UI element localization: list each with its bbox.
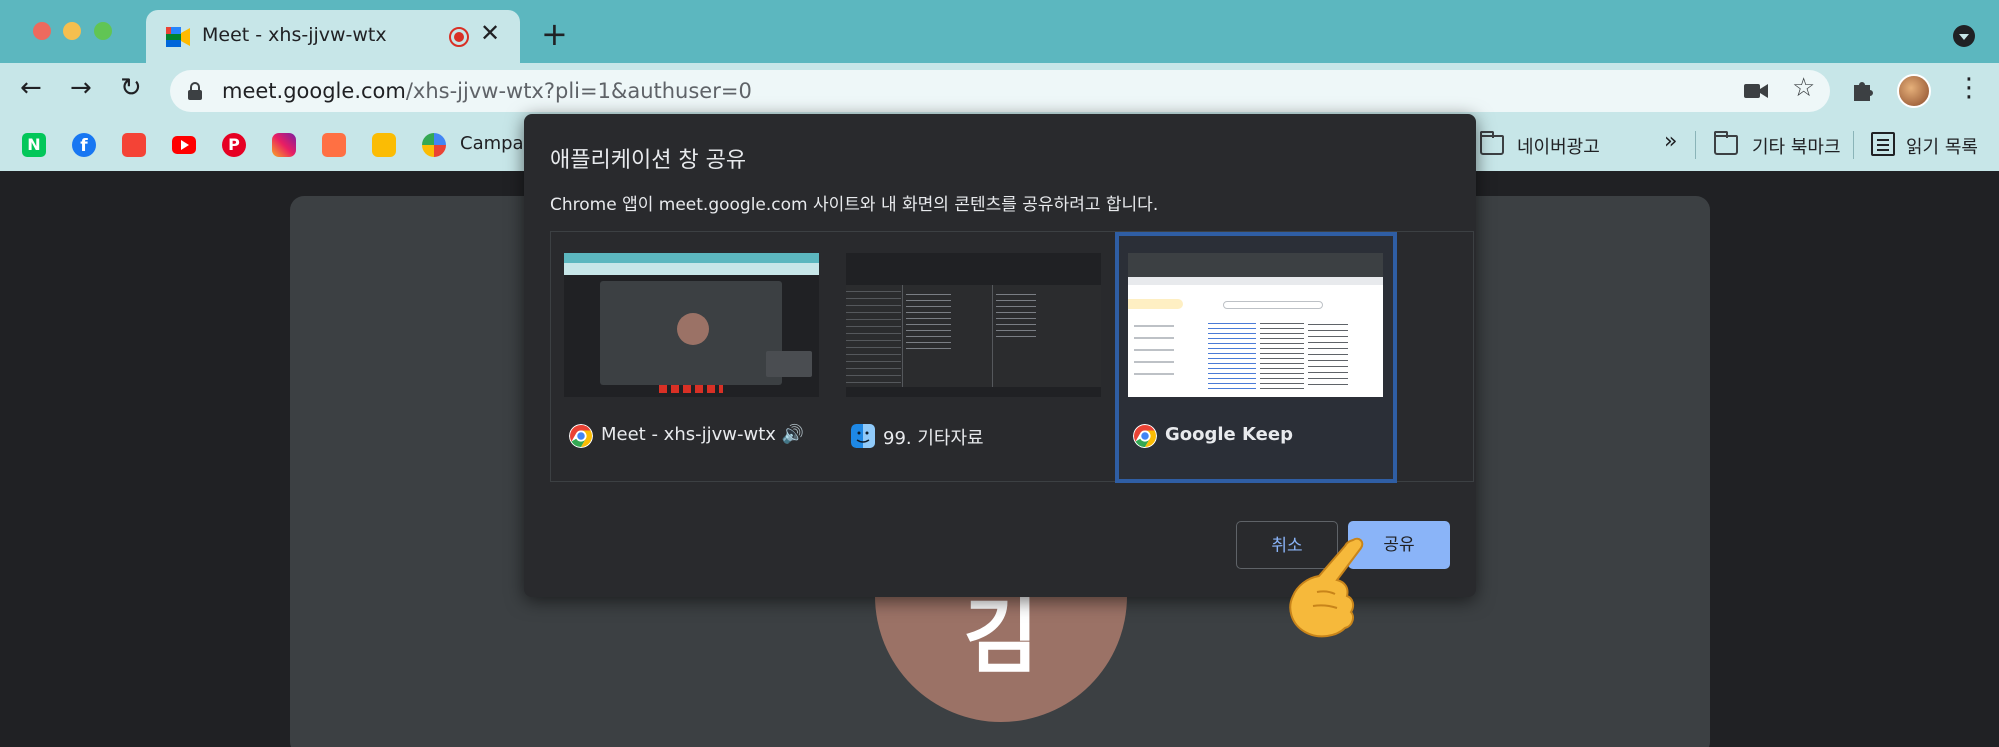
red-app-icon[interactable]	[122, 133, 146, 157]
tab-title: Meet - xhs-jjvw-wtx	[202, 24, 387, 46]
extensions-puzzle-icon[interactable]	[1850, 77, 1876, 103]
facebook-icon[interactable]: f	[72, 133, 96, 157]
menu-kebab-icon[interactable]: ⋮	[1956, 75, 1982, 101]
campaign-icon[interactable]	[422, 133, 446, 157]
more-bookmarks-chevron[interactable]: »	[1664, 129, 1677, 154]
window-source-label: 99. 기타자료	[883, 428, 984, 449]
url-path: /xhs-jjvw-wtx?pli=1&authuser=0	[405, 79, 752, 103]
bookmark-naver-ads[interactable]: 네이버광고	[1517, 133, 1600, 159]
pinterest-icon[interactable]: P	[222, 133, 246, 157]
recording-icon	[449, 27, 469, 47]
folder-icon	[1480, 131, 1504, 155]
active-tab[interactable]: Meet - xhs-jjvw-wtx ✕	[146, 10, 520, 63]
bookmark-campaign[interactable]: Campai	[460, 133, 529, 154]
instagram-icon[interactable]	[272, 133, 296, 157]
analytics-icon[interactable]	[322, 133, 346, 157]
bookmark-star-icon[interactable]: ☆	[1792, 75, 1815, 101]
dialog-description: Chrome 앱이 meet.google.com 사이트와 내 화면의 콘텐츠…	[550, 195, 1159, 215]
reload-icon[interactable]: ↻	[120, 75, 142, 101]
camera-icon[interactable]	[1744, 82, 1768, 100]
reading-list-icon	[1871, 132, 1895, 156]
window-source-list: Meet - xhs-jjvw-wtx 🔊 99. 기타자료 Google Ke…	[550, 231, 1474, 483]
window-source-meet[interactable]: Meet - xhs-jjvw-wtx 🔊	[551, 232, 833, 483]
naver-icon[interactable]: N	[22, 133, 46, 157]
forward-icon[interactable]: →	[70, 75, 92, 101]
window-thumbnail	[846, 253, 1101, 397]
chrome-icon	[1133, 424, 1157, 448]
bookmark-separator	[1853, 131, 1854, 159]
close-window-button[interactable]	[33, 22, 51, 40]
toolbar: ← → ↻ meet.google.com/xhs-jjvw-wtx?pli=1…	[0, 63, 1999, 119]
address-bar[interactable]: meet.google.com/xhs-jjvw-wtx?pli=1&authu…	[170, 70, 1830, 112]
google-meet-icon	[166, 27, 190, 47]
keep-icon[interactable]	[372, 133, 396, 157]
dialog-title: 애플리케이션 창 공유	[550, 148, 747, 173]
finder-icon	[851, 424, 875, 448]
folder-icon	[1714, 131, 1738, 155]
tab-search-icon[interactable]	[1953, 25, 1975, 47]
back-icon[interactable]: ←	[20, 75, 42, 101]
new-tab-icon[interactable]: +	[541, 18, 568, 50]
bookmark-other-folder[interactable]: 기타 북마크	[1752, 133, 1841, 159]
youtube-icon[interactable]	[172, 136, 196, 154]
lock-icon	[188, 82, 202, 100]
chrome-icon	[569, 424, 593, 448]
profile-avatar[interactable]	[1897, 74, 1931, 108]
minimize-window-button[interactable]	[63, 22, 81, 40]
bookmark-separator	[1695, 131, 1696, 159]
maximize-window-button[interactable]	[94, 22, 112, 40]
pointing-hand-icon	[1289, 537, 1364, 638]
close-icon[interactable]: ✕	[480, 21, 500, 45]
window-source-google-keep[interactable]: Google Keep	[1115, 232, 1397, 483]
tab-strip: Meet - xhs-jjvw-wtx ✕ +	[0, 0, 1999, 63]
window-source-label: Google Keep	[1165, 424, 1293, 445]
share-window-dialog: 애플리케이션 창 공유 Chrome 앱이 meet.google.com 사이…	[524, 114, 1476, 597]
reading-list-button[interactable]: 읽기 목록	[1906, 133, 1978, 159]
url-text: meet.google.com/xhs-jjvw-wtx?pli=1&authu…	[222, 79, 752, 103]
url-host: meet.google.com	[222, 79, 406, 103]
window-thumbnail	[564, 253, 819, 397]
window-source-finder[interactable]: 99. 기타자료	[833, 232, 1115, 483]
window-thumbnail	[1128, 253, 1383, 397]
window-source-label: Meet - xhs-jjvw-wtx 🔊	[601, 424, 805, 445]
